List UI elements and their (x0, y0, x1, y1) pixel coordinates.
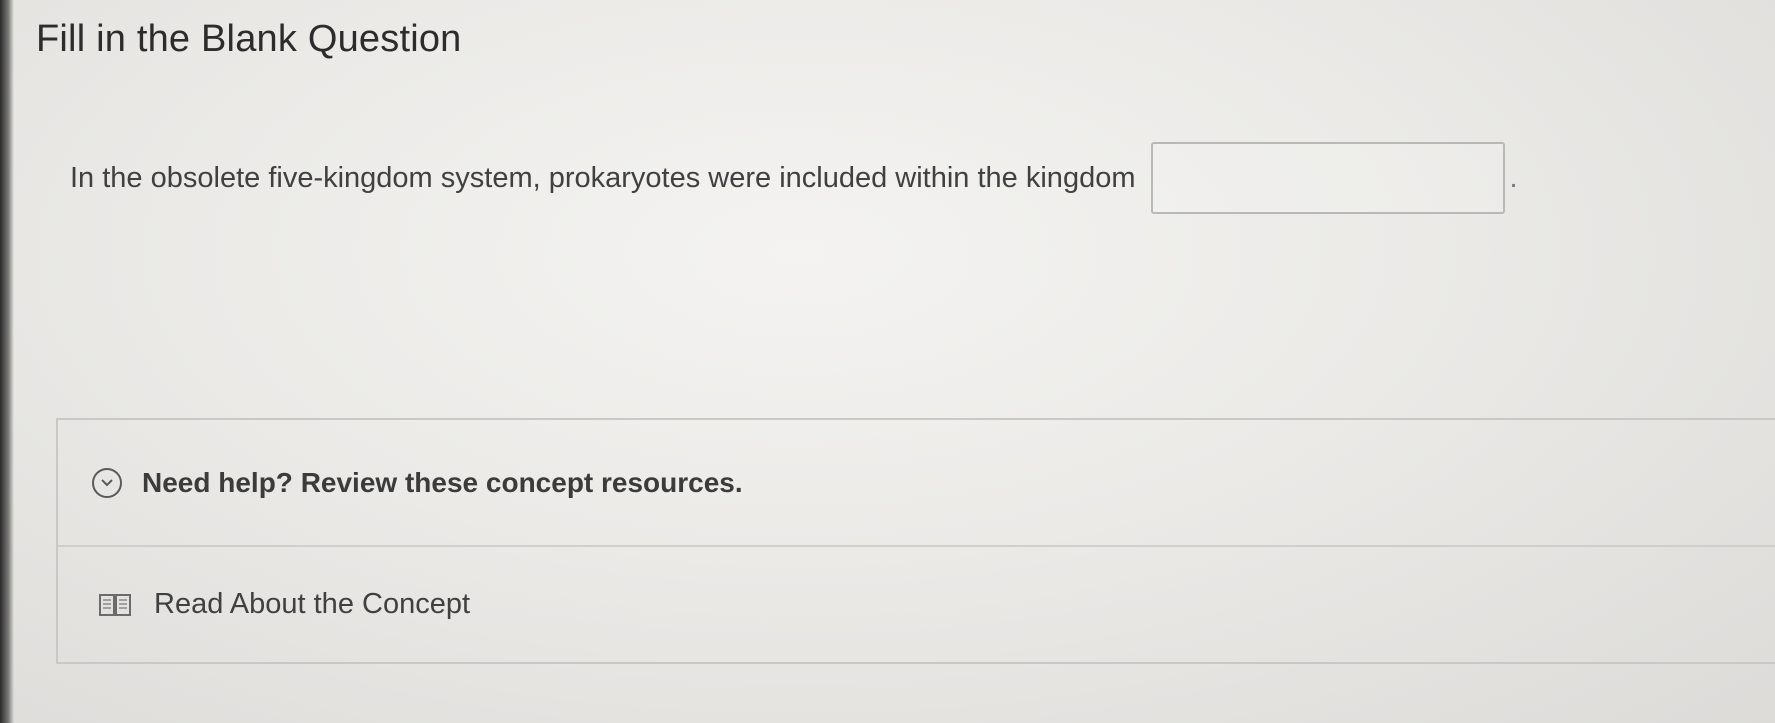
read-about-concept-label[interactable]: Read About the Concept (154, 588, 470, 621)
answer-blank-input[interactable] (1151, 142, 1506, 214)
concept-resources-toggle[interactable]: Need help? Review these concept resource… (58, 420, 1775, 547)
concept-resources-label[interactable]: Need help? Review these concept resource… (142, 467, 743, 499)
chevron-down-circle-icon[interactable] (92, 467, 122, 498)
screen-edge-shadow (0, 0, 14, 723)
question-row: In the obsolete five-kingdom system, pro… (70, 142, 1518, 214)
read-about-concept-link[interactable]: Read About the Concept (58, 547, 1775, 662)
question-end-punctuation: . (1509, 161, 1518, 194)
concept-resources-panel: Need help? Review these concept resource… (56, 418, 1775, 664)
book-icon (98, 592, 132, 618)
page-title: Fill in the Blank Question (36, 18, 462, 60)
question-text: In the obsolete five-kingdom system, pro… (70, 161, 1136, 194)
